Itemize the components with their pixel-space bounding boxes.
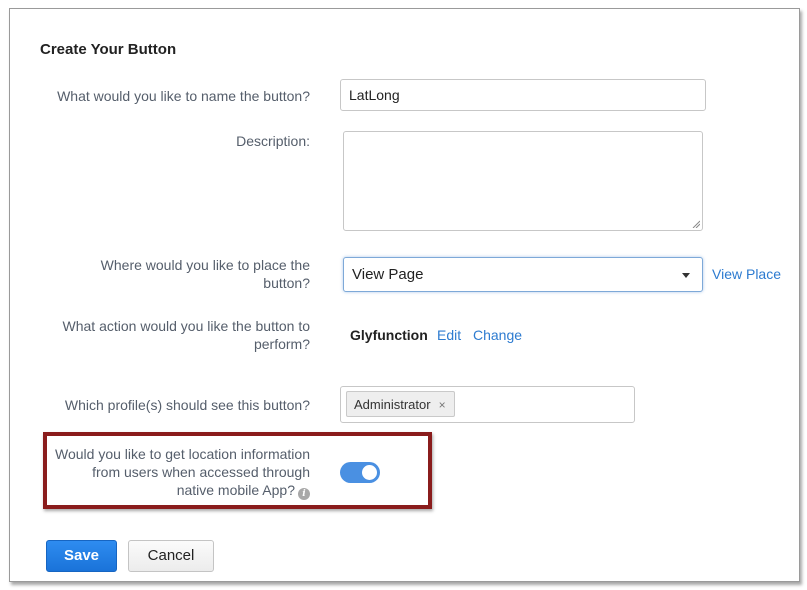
change-action-link[interactable]: Change <box>473 327 522 343</box>
description-label: Description: <box>236 133 310 149</box>
action-value: Glyfunction <box>350 327 428 343</box>
view-place-link[interactable]: View Place <box>712 266 781 282</box>
profile-chip: Administrator × <box>346 391 455 417</box>
location-label: Would you like to get location informati… <box>55 445 310 500</box>
close-icon[interactable]: × <box>439 398 446 412</box>
edit-action-link[interactable]: Edit <box>437 327 461 343</box>
profiles-multiselect[interactable]: Administrator × <box>340 386 635 423</box>
placement-select[interactable]: View Page <box>343 257 703 292</box>
placement-selected: View Page <box>352 266 424 283</box>
button-name-input[interactable]: LatLong <box>340 79 706 111</box>
profiles-label: Which profile(s) should see this button? <box>64 397 310 413</box>
save-button[interactable]: Save <box>46 540 117 572</box>
info-icon[interactable]: i <box>298 488 310 500</box>
location-label-text: Would you like to get location informati… <box>55 446 310 498</box>
action-label: What action would you like the button to… <box>62 318 310 352</box>
description-textarea[interactable] <box>343 131 703 231</box>
location-toggle[interactable] <box>340 462 380 483</box>
name-label: What would you like to name the button? <box>57 88 310 104</box>
profile-chip-label: Administrator <box>354 397 431 412</box>
page-title: Create Your Button <box>40 41 177 58</box>
chevron-down-icon <box>682 273 690 278</box>
cancel-button[interactable]: Cancel <box>128 540 214 572</box>
toggle-knob <box>362 465 377 480</box>
description-value <box>344 132 702 148</box>
resize-grip-icon[interactable] <box>692 220 700 228</box>
placement-label: Where would you like to place the button… <box>100 257 310 291</box>
button-name-value: LatLong <box>349 87 400 103</box>
